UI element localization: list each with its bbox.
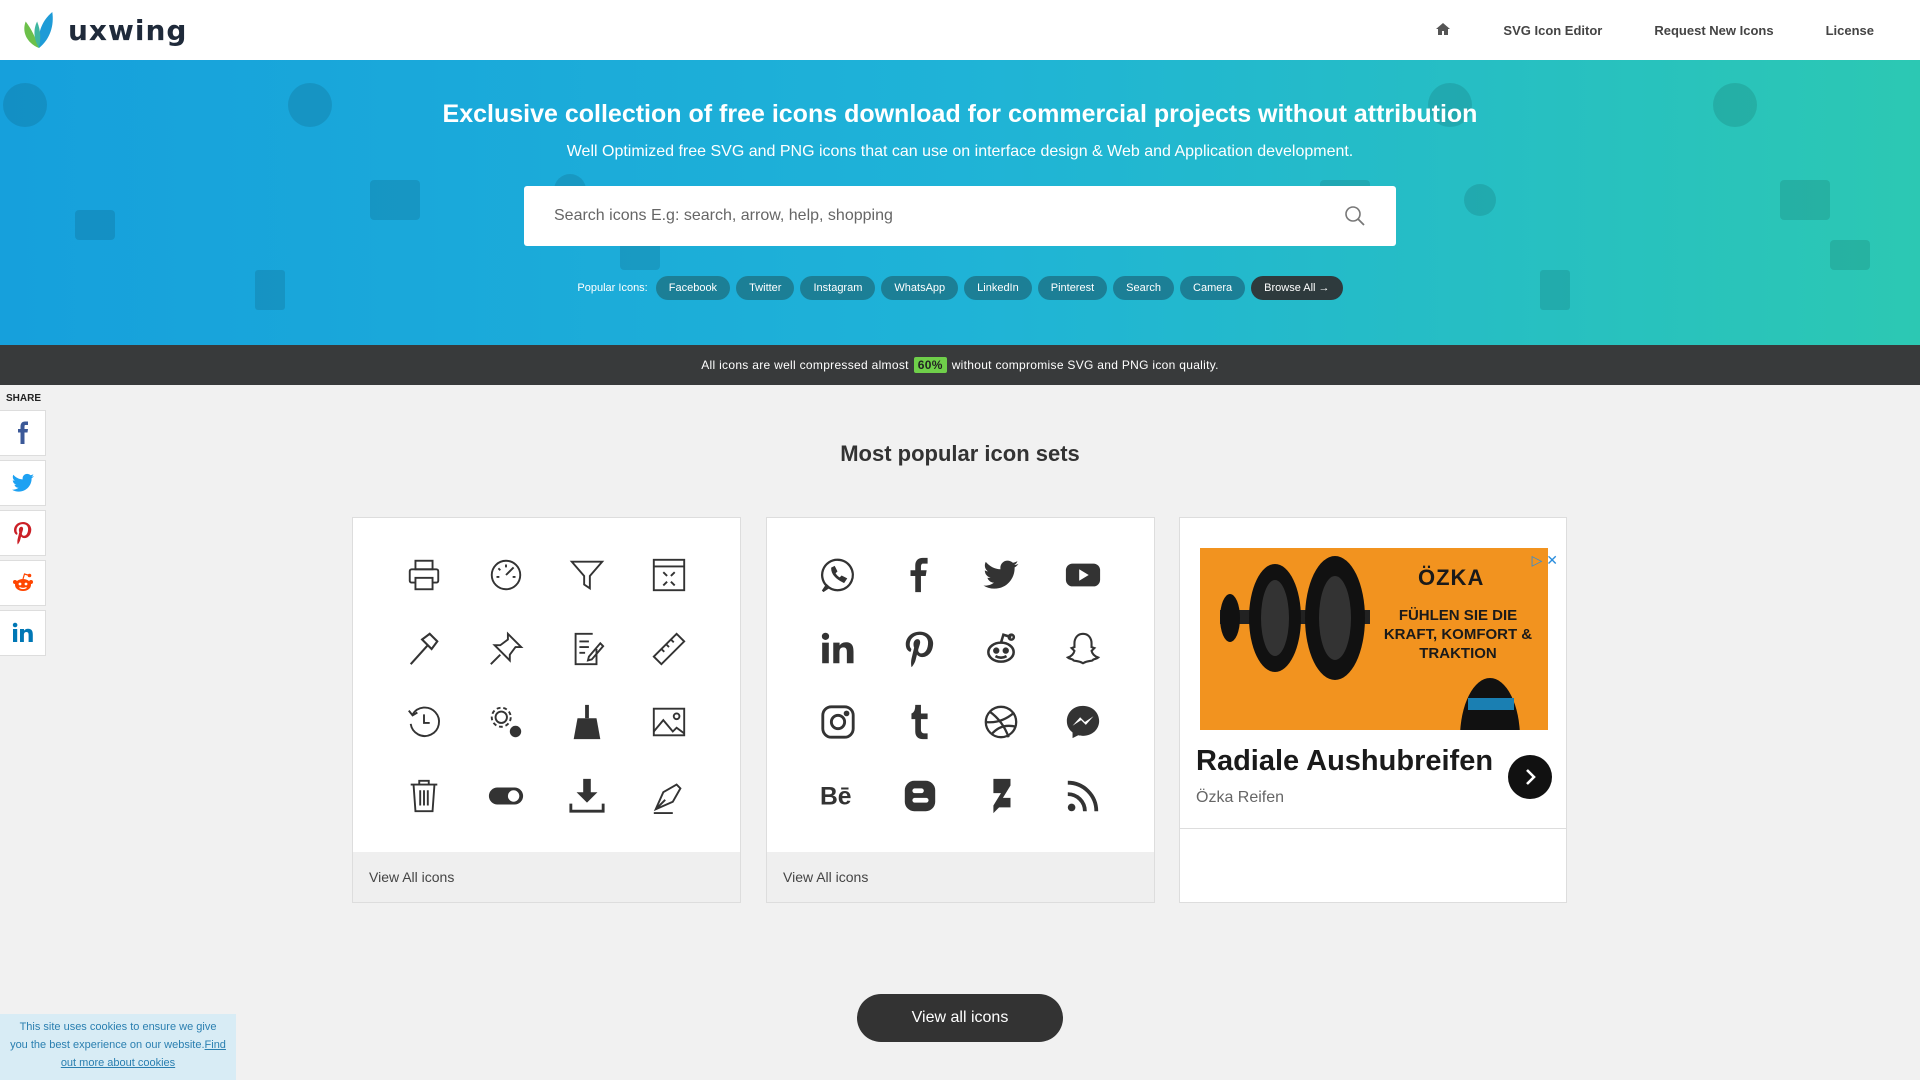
deviantart-icon — [993, 779, 1011, 814]
main-nav: SVG Icon Editor Request New Icons Licens… — [1435, 21, 1900, 40]
minimize-window-icon — [652, 558, 686, 592]
chevron-right-icon — [1526, 769, 1536, 785]
ad-close-icon[interactable]: ▷ ✕ — [1532, 552, 1558, 569]
rss-icon — [1067, 780, 1099, 812]
search-box — [524, 186, 1396, 246]
hero-title: Exclusive collection of free icons downl… — [442, 100, 1478, 128]
behance-icon: Bē — [820, 784, 852, 811]
svg-text:Bē: Bē — [820, 784, 852, 811]
tag-linkedin[interactable]: LinkedIn — [964, 276, 1032, 300]
messenger-icon — [1066, 706, 1100, 739]
ad-slogan: FÜHLEN SIE DIE KRAFT, KOMFORT & TRAKTION — [1383, 607, 1533, 662]
speedometer-icon — [490, 559, 521, 591]
linkedin-icon — [821, 632, 854, 663]
share-reddit-button[interactable] — [0, 560, 46, 606]
compression-percentage-badge: 60% — [913, 357, 947, 373]
image-icon — [652, 708, 686, 737]
cookie-text: This site uses cookies to ensure we give… — [10, 1021, 217, 1051]
advertisement[interactable]: ÖZKA FÜHLEN SIE DIE KRAFT, KOMFORT & TRA… — [1179, 517, 1567, 903]
edit-document-icon — [575, 632, 605, 665]
info-text-after: without compromise SVG and PNG icon qual… — [951, 358, 1219, 372]
popular-icons-bar: Popular Icons: Facebook Twitter Instagra… — [0, 276, 1920, 300]
ad-advertiser: Özka Reifen — [1196, 789, 1285, 806]
tag-camera[interactable]: Camera — [1180, 276, 1246, 300]
section-title: Most popular icon sets — [840, 441, 1080, 466]
ad-divider — [1180, 828, 1566, 829]
reddit-icon — [987, 632, 1016, 663]
hero-banner: Exclusive collection of free icons downl… — [0, 60, 1920, 345]
toggle-icon — [488, 787, 523, 805]
tag-pinterest[interactable]: Pinterest — [1037, 276, 1108, 300]
linkedin-icon — [12, 622, 33, 642]
share-sidebar: SHARE — [0, 393, 46, 660]
tag-instagram[interactable]: Instagram — [800, 276, 876, 300]
pin-icon — [489, 631, 524, 665]
top-navbar: uxwing SVG Icon Editor Request New Icons… — [0, 0, 1920, 60]
cookie-notice: This site uses cookies to ensure we give… — [0, 1014, 236, 1080]
tag-twitter[interactable]: Twitter — [736, 276, 795, 300]
nav-home[interactable] — [1435, 21, 1451, 40]
printer-icon — [408, 559, 440, 591]
ruler-icon — [652, 632, 686, 666]
icon-grid — [353, 518, 740, 853]
logo-text: uxwing — [68, 13, 188, 47]
home-icon — [1436, 22, 1451, 35]
dribbble-icon — [985, 706, 1018, 739]
youtube-icon — [1066, 563, 1101, 587]
ad-image: ÖZKA FÜHLEN SIE DIE KRAFT, KOMFORT & TRA… — [1200, 548, 1548, 730]
icon-grid: Bē — [767, 518, 1154, 853]
blogger-icon — [904, 780, 935, 812]
browse-all-button[interactable]: Browse All → — [1251, 276, 1343, 300]
logo[interactable]: uxwing — [20, 10, 187, 50]
broom-icon — [574, 705, 601, 740]
reddit-icon — [12, 573, 33, 591]
info-text-before: All icons are well compressed almost — [701, 358, 909, 372]
whatsapp-icon — [820, 558, 854, 592]
search-input[interactable] — [554, 207, 1344, 225]
download-icon — [569, 779, 605, 813]
share-label: SHARE — [6, 393, 42, 404]
tag-facebook[interactable]: Facebook — [655, 276, 731, 300]
view-all-icons-link[interactable]: View All icons — [767, 852, 1154, 902]
share-pinterest-button[interactable] — [0, 510, 46, 556]
popular-icons-label: Popular Icons: — [577, 282, 648, 294]
facebook-icon — [910, 557, 928, 592]
history-icon — [407, 706, 440, 738]
pinterest-icon — [13, 522, 31, 545]
instagram-icon — [821, 705, 855, 739]
pen-tool-icon — [653, 783, 682, 815]
tag-whatsapp[interactable]: WhatsApp — [881, 276, 959, 300]
tumblr-icon — [911, 705, 928, 740]
trash-icon — [410, 779, 438, 813]
view-all-icons-button[interactable]: View all icons — [857, 994, 1063, 1042]
search-icon[interactable] — [1344, 205, 1366, 227]
twitter-icon — [11, 473, 34, 492]
hammer-icon — [409, 632, 439, 665]
tag-search[interactable]: Search — [1113, 276, 1175, 300]
share-linkedin-button[interactable] — [0, 610, 46, 656]
snapchat-icon — [1065, 632, 1101, 665]
ad-arrow-button[interactable] — [1508, 755, 1552, 799]
twitter-icon — [983, 560, 1019, 589]
filter-icon — [570, 560, 605, 590]
view-all-icons-link[interactable]: View All icons — [353, 852, 740, 902]
icon-set-card-ui[interactable]: View All icons — [352, 517, 741, 903]
ad-brand-logo: ÖZKA — [1418, 565, 1485, 590]
settings-icon — [490, 707, 521, 738]
compression-info-bar: All icons are well compressed almost 60%… — [0, 345, 1920, 385]
pinterest-icon — [905, 631, 933, 667]
nav-license[interactable]: License — [1826, 23, 1874, 38]
ad-headline: Radiale Aushubreifen — [1196, 745, 1494, 777]
logo-leaf-icon — [24, 11, 53, 49]
nav-request-new-icons[interactable]: Request New Icons — [1654, 23, 1773, 38]
hero-subtitle: Well Optimized free SVG and PNG icons th… — [566, 143, 1354, 160]
icon-set-card-social[interactable]: Bē View All icons — [766, 517, 1155, 903]
nav-svg-icon-editor[interactable]: SVG Icon Editor — [1503, 23, 1602, 38]
